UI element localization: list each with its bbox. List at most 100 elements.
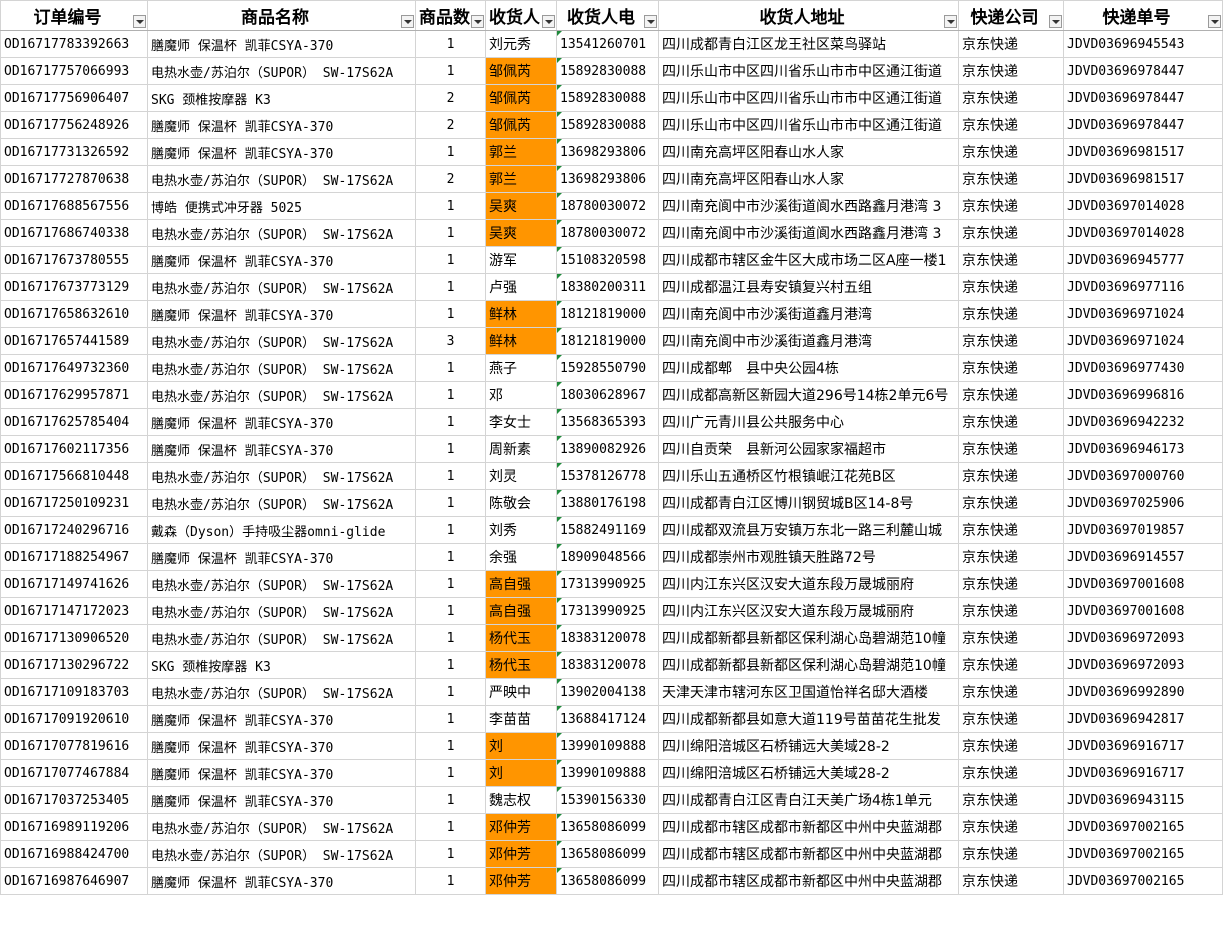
recipient-name-cell[interactable]: 刘 — [485, 732, 557, 760]
express-company-cell[interactable]: 京东快递 — [958, 462, 1064, 490]
recipient-address-cell[interactable]: 四川成都温江县寿安镇复兴村五组 — [658, 273, 959, 301]
order-id-cell[interactable]: OD16717130906520 — [0, 624, 148, 652]
order-id-cell[interactable]: OD16717686740338 — [0, 219, 148, 247]
tracking-number-cell[interactable]: JDVD03697002165 — [1063, 813, 1223, 841]
product-name-cell[interactable]: 膳魔师 保温杯 凯菲CSYA-370 — [147, 435, 416, 463]
filter-dropdown-icon[interactable] — [1049, 15, 1062, 28]
quantity-cell[interactable]: 1 — [415, 30, 486, 58]
recipient-phone-cell[interactable]: 15892830088 — [556, 84, 659, 112]
order-id-cell[interactable]: OD16716988424700 — [0, 840, 148, 868]
order-id-cell[interactable]: OD16717566810448 — [0, 462, 148, 490]
product-name-cell[interactable]: 电热水壶/苏泊尔（SUPOR） SW-17S62A — [147, 597, 416, 625]
recipient-address-cell[interactable]: 四川南充高坪区阳春山水人家 — [658, 165, 959, 193]
order-id-cell[interactable]: OD16717037253405 — [0, 786, 148, 814]
quantity-cell[interactable]: 1 — [415, 705, 486, 733]
order-id-cell[interactable]: OD16717109183703 — [0, 678, 148, 706]
tracking-number-cell[interactable]: JDVD03697025906 — [1063, 489, 1223, 517]
express-company-cell[interactable]: 京东快递 — [958, 30, 1064, 58]
recipient-phone-cell[interactable]: 13990109888 — [556, 759, 659, 787]
recipient-address-cell[interactable]: 四川内江东兴区汉安大道东段万晟城丽府 — [658, 570, 959, 598]
recipient-phone-cell[interactable]: 13658086099 — [556, 867, 659, 895]
quantity-cell[interactable]: 1 — [415, 516, 486, 544]
recipient-phone-cell[interactable]: 15892830088 — [556, 57, 659, 85]
express-company-cell[interactable]: 京东快递 — [958, 273, 1064, 301]
product-name-cell[interactable]: 膳魔师 保温杯 凯菲CSYA-370 — [147, 246, 416, 274]
header-order-id[interactable]: 订单编号 — [0, 0, 148, 31]
header-tracking-number[interactable]: 快递单号 — [1063, 0, 1223, 31]
recipient-name-cell[interactable]: 邹佩芮 — [485, 84, 557, 112]
quantity-cell[interactable]: 1 — [415, 462, 486, 490]
filter-dropdown-icon[interactable] — [1208, 15, 1221, 28]
recipient-name-cell[interactable]: 吴爽 — [485, 219, 557, 247]
quantity-cell[interactable]: 1 — [415, 381, 486, 409]
tracking-number-cell[interactable]: JDVD03696981517 — [1063, 165, 1223, 193]
quantity-cell[interactable]: 1 — [415, 273, 486, 301]
product-name-cell[interactable]: 电热水壶/苏泊尔（SUPOR） SW-17S62A — [147, 273, 416, 301]
recipient-address-cell[interactable]: 四川成都市辖区金牛区大成市场二区A座一楼1 — [658, 246, 959, 274]
tracking-number-cell[interactable]: JDVD03696971024 — [1063, 327, 1223, 355]
order-id-cell[interactable]: OD16717250109231 — [0, 489, 148, 517]
recipient-name-cell[interactable]: 刘 — [485, 759, 557, 787]
filter-dropdown-icon[interactable] — [542, 15, 555, 28]
recipient-address-cell[interactable]: 四川绵阳涪城区石桥铺远大美域28-2 — [658, 759, 959, 787]
product-name-cell[interactable]: 电热水壶/苏泊尔（SUPOR） SW-17S62A — [147, 165, 416, 193]
recipient-address-cell[interactable]: 四川南充阆中市沙溪街道鑫月港湾 — [658, 327, 959, 355]
tracking-number-cell[interactable]: JDVD03696992890 — [1063, 678, 1223, 706]
recipient-address-cell[interactable]: 四川成都青白江区龙王社区菜鸟驿站 — [658, 30, 959, 58]
recipient-name-cell[interactable]: 郭兰 — [485, 138, 557, 166]
recipient-phone-cell[interactable]: 13688417124 — [556, 705, 659, 733]
product-name-cell[interactable]: 戴森（Dyson）手持吸尘器omni-glide — [147, 516, 416, 544]
quantity-cell[interactable]: 1 — [415, 246, 486, 274]
product-name-cell[interactable]: 膳魔师 保温杯 凯菲CSYA-370 — [147, 138, 416, 166]
quantity-cell[interactable]: 1 — [415, 597, 486, 625]
tracking-number-cell[interactable]: JDVD03696972093 — [1063, 651, 1223, 679]
recipient-name-cell[interactable]: 余强 — [485, 543, 557, 571]
order-id-cell[interactable]: OD16717649732360 — [0, 354, 148, 382]
order-id-cell[interactable]: OD16717625785404 — [0, 408, 148, 436]
recipient-phone-cell[interactable]: 17313990925 — [556, 597, 659, 625]
order-id-cell[interactable]: OD16717756906407 — [0, 84, 148, 112]
tracking-number-cell[interactable]: JDVD03697014028 — [1063, 192, 1223, 220]
recipient-name-cell[interactable]: 邹佩芮 — [485, 57, 557, 85]
quantity-cell[interactable]: 1 — [415, 435, 486, 463]
recipient-phone-cell[interactable]: 18030628967 — [556, 381, 659, 409]
filter-dropdown-icon[interactable] — [644, 15, 657, 28]
product-name-cell[interactable]: 膳魔师 保温杯 凯菲CSYA-370 — [147, 705, 416, 733]
tracking-number-cell[interactable]: JDVD03696972093 — [1063, 624, 1223, 652]
tracking-number-cell[interactable]: JDVD03697002165 — [1063, 840, 1223, 868]
order-id-cell[interactable]: OD16717783392663 — [0, 30, 148, 58]
express-company-cell[interactable]: 京东快递 — [958, 570, 1064, 598]
quantity-cell[interactable]: 1 — [415, 570, 486, 598]
recipient-name-cell[interactable]: 高自强 — [485, 570, 557, 598]
recipient-phone-cell[interactable]: 13698293806 — [556, 165, 659, 193]
order-id-cell[interactable]: OD16717602117356 — [0, 435, 148, 463]
recipient-phone-cell[interactable]: 18780030072 — [556, 219, 659, 247]
product-name-cell[interactable]: 电热水壶/苏泊尔（SUPOR） SW-17S62A — [147, 678, 416, 706]
recipient-name-cell[interactable]: 高自强 — [485, 597, 557, 625]
quantity-cell[interactable]: 1 — [415, 813, 486, 841]
express-company-cell[interactable]: 京东快递 — [958, 408, 1064, 436]
express-company-cell[interactable]: 京东快递 — [958, 84, 1064, 112]
header-express-company[interactable]: 快递公司 — [958, 0, 1064, 31]
order-id-cell[interactable]: OD16716987646907 — [0, 867, 148, 895]
quantity-cell[interactable]: 1 — [415, 786, 486, 814]
recipient-phone-cell[interactable]: 13902004138 — [556, 678, 659, 706]
product-name-cell[interactable]: SKG 颈椎按摩器 K3 — [147, 84, 416, 112]
recipient-name-cell[interactable]: 杨代玉 — [485, 624, 557, 652]
recipient-name-cell[interactable]: 邹佩芮 — [485, 111, 557, 139]
recipient-phone-cell[interactable]: 13658086099 — [556, 840, 659, 868]
tracking-number-cell[interactable]: JDVD03696943115 — [1063, 786, 1223, 814]
recipient-name-cell[interactable]: 周新素 — [485, 435, 557, 463]
product-name-cell[interactable]: 电热水壶/苏泊尔（SUPOR） SW-17S62A — [147, 57, 416, 85]
product-name-cell[interactable]: 膳魔师 保温杯 凯菲CSYA-370 — [147, 786, 416, 814]
recipient-name-cell[interactable]: 卢强 — [485, 273, 557, 301]
recipient-address-cell[interactable]: 四川南充阆中市沙溪街道阆水西路鑫月港湾 3 — [658, 192, 959, 220]
tracking-number-cell[interactable]: JDVD03696978447 — [1063, 111, 1223, 139]
tracking-number-cell[interactable]: JDVD03696916717 — [1063, 732, 1223, 760]
recipient-phone-cell[interactable]: 15378126778 — [556, 462, 659, 490]
filter-dropdown-icon[interactable] — [944, 15, 957, 28]
recipient-address-cell[interactable]: 四川成都高新区新园大道296号14栋2单元6号 — [658, 381, 959, 409]
recipient-address-cell[interactable]: 四川绵阳涪城区石桥铺远大美域28-2 — [658, 732, 959, 760]
quantity-cell[interactable]: 1 — [415, 219, 486, 247]
quantity-cell[interactable]: 2 — [415, 165, 486, 193]
